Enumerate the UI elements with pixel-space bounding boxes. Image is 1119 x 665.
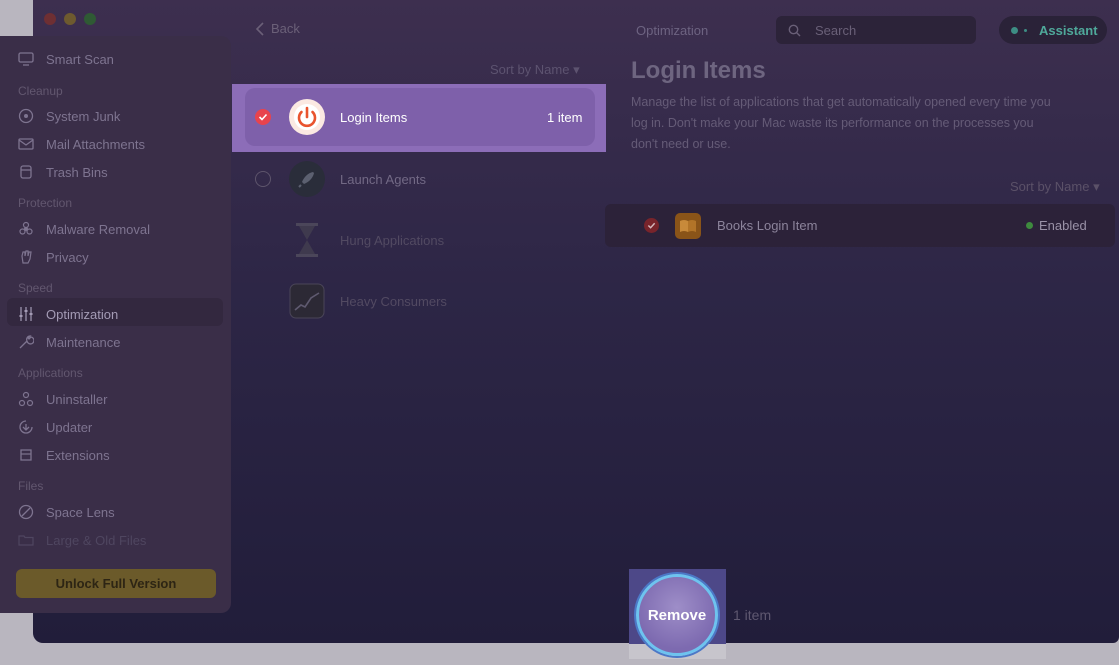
page-title: Login Items	[631, 57, 766, 84]
extensions-icon	[20, 449, 32, 461]
list-item-label: Launch Agents	[340, 171, 427, 187]
section-cleanup: Cleanup	[18, 84, 63, 98]
folder-icon	[18, 535, 34, 546]
sidebar-item-label: Mail Attachments	[46, 136, 145, 152]
sidebar-item-optimization[interactable]: Optimization	[18, 303, 118, 325]
search-input[interactable]	[815, 22, 955, 38]
assistant-button[interactable]: Assistant	[999, 16, 1107, 44]
status-badge: Enabled	[1026, 218, 1087, 233]
close-window-button[interactable]	[44, 13, 56, 25]
sidebar-item-label: Trash Bins	[46, 164, 108, 180]
sidebar-item-maintenance[interactable]: Maintenance	[18, 331, 120, 353]
sidebar-item-label: Smart Scan	[46, 51, 114, 67]
assistant-status-icon	[1011, 26, 1018, 34]
section-applications: Applications	[18, 366, 83, 380]
sidebar-item-smart-scan[interactable]: Smart Scan	[18, 48, 114, 70]
app-name: Books Login Item	[717, 218, 818, 233]
zoom-window-button[interactable]	[84, 13, 96, 25]
chart-monitor-icon	[289, 283, 325, 319]
list-item-launch-agents[interactable]: Launch Agents	[255, 159, 426, 199]
status-dot-icon	[1026, 222, 1033, 229]
sidebar: Smart Scan Cleanup System Junk Mail Atta…	[0, 36, 231, 613]
assistant-label: Assistant	[1039, 22, 1098, 38]
detail-sort-dropdown[interactable]: Sort by Name ▾	[1010, 179, 1100, 195]
sidebar-item-large-old-files[interactable]: Large & Old Files	[18, 529, 146, 551]
table-row[interactable]: Books Login Item Enabled	[605, 204, 1115, 247]
biohazard-icon	[19, 221, 33, 235]
list-item-count: 1 item	[547, 109, 583, 125]
hand-icon	[21, 250, 32, 264]
section-title: Optimization	[636, 23, 709, 38]
sidebar-item-label: Maintenance	[46, 334, 121, 350]
updater-icon	[19, 420, 33, 434]
list-item-label: Heavy Consumers	[340, 293, 447, 309]
remove-button[interactable]: Remove	[636, 574, 718, 656]
minimize-window-button[interactable]	[64, 13, 76, 25]
launch-agents-checkbox[interactable]	[255, 171, 271, 187]
sidebar-item-uninstaller[interactable]: Uninstaller	[18, 388, 107, 410]
sidebar-item-label: Extensions	[46, 447, 110, 463]
sidebar-item-mail-attachments[interactable]: Mail Attachments	[18, 133, 145, 155]
chevron-left-icon	[255, 21, 264, 36]
status-label: Enabled	[1039, 218, 1087, 233]
disk-icon	[18, 108, 34, 124]
sidebar-item-updater[interactable]: Updater	[18, 416, 92, 438]
rocket-icon	[289, 161, 325, 197]
monitor-icon	[18, 52, 34, 66]
sliders-icon	[19, 307, 33, 321]
search-icon	[788, 24, 801, 36]
sidebar-item-space-lens[interactable]: Space Lens	[18, 501, 115, 523]
uninstaller-icon	[18, 391, 34, 407]
sidebar-item-system-junk[interactable]: System Junk	[18, 105, 120, 127]
selected-count: 1 item	[733, 607, 772, 623]
assistant-dot-icon	[1024, 28, 1027, 32]
sidebar-item-label: System Junk	[46, 108, 121, 124]
sidebar-item-label: Large & Old Files	[46, 532, 147, 548]
list-item-label: Hung Applications	[340, 232, 445, 248]
sort-by-name-dropdown[interactable]: Sort by Name ▾	[490, 62, 580, 78]
sidebar-item-label: Uninstaller	[46, 391, 108, 407]
sidebar-item-malware-removal[interactable]: Malware Removal	[18, 218, 150, 240]
page-description: Manage the list of applications that get…	[631, 95, 1051, 151]
sidebar-item-label: Privacy	[46, 249, 89, 265]
checkmark-icon	[647, 222, 656, 229]
section-speed: Speed	[18, 281, 53, 295]
checkmark-icon	[258, 113, 268, 121]
sidebar-item-label: Malware Removal	[46, 221, 151, 237]
wrench-icon	[19, 335, 34, 349]
search-field[interactable]	[776, 16, 976, 44]
sidebar-item-label: Optimization	[46, 306, 119, 322]
lens-icon	[18, 504, 34, 520]
books-app-icon	[675, 213, 701, 239]
sidebar-item-trash-bins[interactable]: Trash Bins	[18, 161, 108, 183]
sidebar-item-label: Space Lens	[46, 504, 115, 520]
section-protection: Protection	[18, 196, 73, 210]
power-icon	[289, 99, 325, 135]
sidebar-item-extensions[interactable]: Extensions	[18, 444, 110, 466]
books-item-checkbox[interactable]	[644, 218, 659, 233]
section-files: Files	[18, 479, 44, 493]
sidebar-item-label: Updater	[46, 419, 93, 435]
sidebar-item-privacy[interactable]: Privacy	[18, 246, 89, 268]
login-items-checkbox[interactable]	[255, 109, 271, 125]
list-item-login-items[interactable]: Login Items 1 item	[255, 97, 582, 137]
mail-icon	[18, 138, 34, 150]
trash-icon	[20, 165, 32, 179]
hourglass-icon	[289, 222, 325, 258]
unlock-full-version-button[interactable]: Unlock Full Version	[16, 569, 216, 598]
back-label: Back	[271, 21, 300, 36]
back-button[interactable]: Back	[255, 21, 300, 36]
list-item-label: Login Items	[340, 109, 408, 125]
